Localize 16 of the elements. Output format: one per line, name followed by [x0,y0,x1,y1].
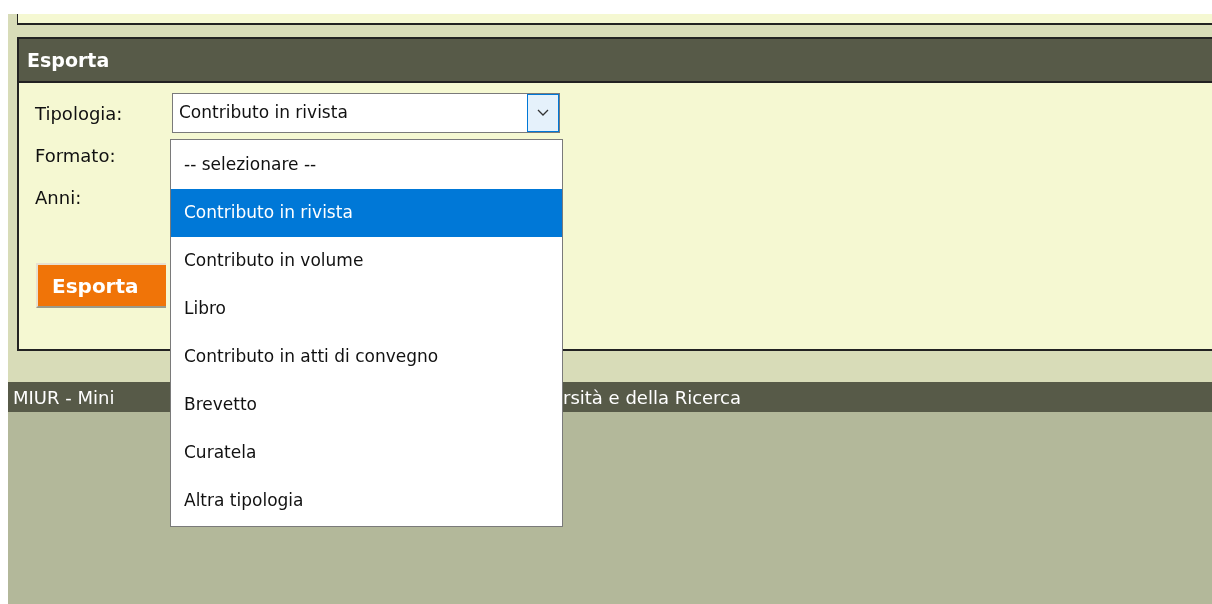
dropdown-option[interactable]: Contributo in atti di convegno [171,333,562,381]
dropdown-option[interactable]: Contributo in volume [171,237,562,285]
footer-text: rsità e della Ricerca [563,385,742,410]
section-header: Esporta [19,39,1212,83]
field-label: Formato: [35,143,117,168]
dropdown-option[interactable]: Contributo in rivista [171,189,562,237]
dropdown-option[interactable]: -- selezionare -- [171,141,562,189]
dropdown-option[interactable]: Brevetto [171,381,562,429]
dropdown-option[interactable]: Altra tipologia [171,477,562,525]
footer-text: MIUR - Mini [12,385,116,410]
dropdown-option[interactable]: Curatela [171,429,562,477]
dropdown-option[interactable]: Libro [171,285,562,333]
chevron-down-icon[interactable] [527,94,559,132]
select-field[interactable]: Contributo in rivista [172,93,560,133]
field-label: Tipologia: [35,101,124,126]
field-label: Anni: [35,185,83,210]
